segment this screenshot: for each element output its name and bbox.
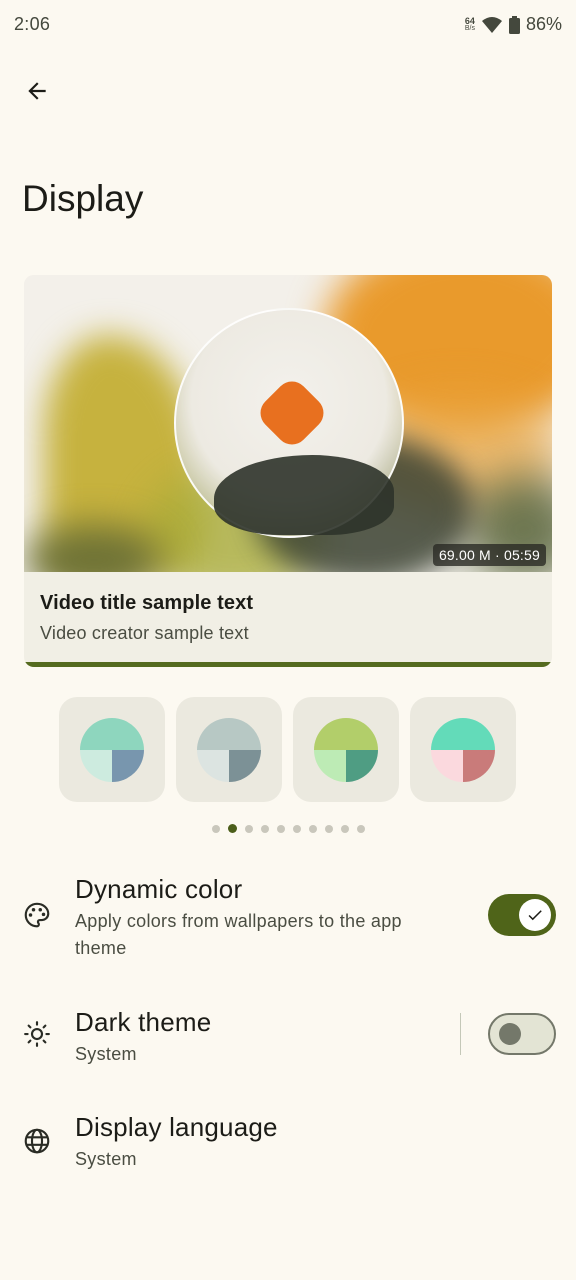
pager-dot[interactable]	[357, 824, 365, 833]
back-button[interactable]	[16, 70, 58, 112]
palette-option[interactable]	[176, 697, 282, 802]
wifi-icon	[481, 16, 502, 33]
check-icon	[528, 910, 542, 921]
palette-selector	[59, 697, 516, 802]
video-title: Video title sample text	[40, 592, 254, 614]
battery-icon	[508, 15, 520, 34]
palette-swatch	[197, 717, 261, 782]
dynamic-color-subtitle-line2: theme	[75, 938, 127, 958]
palette-option[interactable]	[410, 697, 516, 802]
display-language-subtitle: System	[75, 1149, 137, 1169]
dynamic-color-subtitle-line1: Apply colors from wallpapers to the app	[75, 911, 402, 931]
dynamic-color-title: Dynamic color	[75, 874, 243, 904]
pager-dot[interactable]	[245, 824, 253, 833]
video-preview-card[interactable]: 69.00 M · 05:59 Video title sample text …	[24, 275, 552, 667]
dark-theme-title: Dark theme	[75, 1007, 212, 1037]
status-icons: 64 B/s 86%	[465, 14, 562, 35]
setting-display-language[interactable]: Display language System	[0, 1100, 576, 1180]
net-speed-value: 64	[464, 15, 475, 26]
battery-percent: 86%	[525, 14, 562, 34]
brightness-icon	[22, 1019, 52, 1049]
pager-dot[interactable]	[309, 824, 317, 833]
duration-badge: 69.00 M · 05:59	[432, 544, 546, 566]
status-time: 2:06	[14, 14, 51, 34]
switch-thumb	[519, 899, 551, 931]
palette-option[interactable]	[293, 697, 399, 802]
pager-dot[interactable]	[261, 824, 269, 833]
palette-swatch	[314, 717, 378, 782]
globe-icon	[22, 1126, 52, 1156]
dark-theme-switch[interactable]	[488, 1013, 556, 1055]
video-thumbnail: 69.00 M · 05:59	[24, 275, 552, 572]
display-language-title: Display language	[75, 1112, 278, 1142]
switch-thumb	[499, 1023, 521, 1045]
setting-dynamic-color[interactable]: Dynamic color Apply colors from wallpape…	[0, 860, 576, 970]
page-title: Display	[22, 178, 144, 219]
pager-dot[interactable]	[212, 824, 220, 833]
pager-dot[interactable]	[228, 824, 237, 833]
net-speed-unit: B/s	[464, 24, 475, 32]
palette-pager-dots	[212, 824, 365, 833]
palette-icon	[22, 900, 52, 930]
video-progress-bar	[24, 662, 552, 667]
divider	[460, 1013, 461, 1055]
setting-dark-theme[interactable]: Dark theme System	[0, 995, 576, 1075]
arrow-back-icon	[28, 82, 46, 100]
net-speed: 64 B/s	[464, 15, 475, 33]
dynamic-color-subtitle: Apply colors from wallpapers to the app …	[75, 908, 455, 962]
palette-option[interactable]	[59, 697, 165, 802]
pager-dot[interactable]	[277, 824, 285, 833]
pager-dot[interactable]	[293, 824, 301, 833]
palette-swatch	[80, 717, 144, 782]
pager-dot[interactable]	[341, 824, 349, 833]
pager-dot[interactable]	[325, 824, 333, 833]
video-creator: Video creator sample text	[40, 623, 249, 643]
dynamic-color-switch[interactable]	[488, 894, 556, 936]
palette-swatch	[431, 717, 495, 782]
dark-theme-subtitle: System	[75, 1044, 137, 1064]
video-progress-fill	[24, 662, 552, 667]
